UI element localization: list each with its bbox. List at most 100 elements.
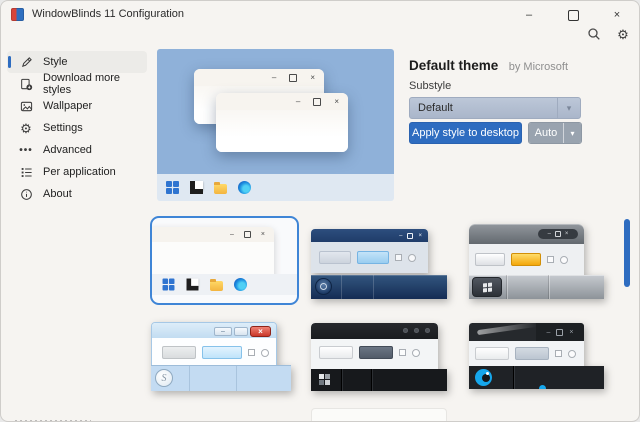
- minimize-icon: –: [214, 327, 232, 336]
- thumb-window: [311, 323, 438, 369]
- thumb-window: – ×: [469, 323, 584, 366]
- info-icon: [19, 188, 33, 201]
- thumb-window: – ×: [469, 224, 584, 275]
- app-logo-icon: [11, 8, 24, 21]
- maximize-icon: [555, 231, 561, 237]
- sidebar-item-advanced[interactable]: ••• Advanced: [7, 139, 147, 161]
- minimize-icon: –: [548, 231, 551, 237]
- search-button[interactable]: [583, 24, 605, 44]
- thumb-taskbar: S: [151, 365, 291, 391]
- gear-icon: ⚙: [19, 122, 33, 135]
- substyle-dropdown[interactable]: Default ▾: [409, 97, 581, 119]
- maximize-icon: [289, 74, 297, 82]
- thumb-button: [475, 347, 509, 360]
- maximize-icon: [407, 233, 413, 239]
- image-icon: [19, 100, 33, 113]
- thumb-taskbar: [311, 275, 447, 299]
- style-thumbnail-dark-blue[interactable]: – ×: [311, 223, 447, 299]
- minimize-icon: –: [296, 97, 300, 106]
- minimize-icon: –: [399, 233, 402, 239]
- thumb-taskbar: [152, 274, 297, 295]
- thumb-checkbox: [555, 350, 562, 357]
- style-thumbnail-default-light-selected[interactable]: – ×: [150, 216, 299, 305]
- thumb-checkbox: [248, 349, 255, 356]
- edge-browser-icon: [238, 181, 251, 194]
- auto-button[interactable]: Auto: [529, 123, 563, 143]
- maximize-icon: [313, 98, 321, 106]
- windows-logo-icon: [166, 181, 179, 194]
- window-button-dots-icon: [403, 328, 430, 333]
- windowblinds-app-icon: [187, 279, 199, 291]
- thumb-taskbar: [469, 275, 604, 299]
- theme-header: Default theme by Microsoft: [409, 57, 568, 75]
- sidebar-item-style[interactable]: Style: [7, 51, 147, 73]
- download-styles-icon: [19, 78, 33, 91]
- sidebar-item-label: Advanced: [43, 144, 92, 156]
- minimize-button[interactable]: –: [507, 1, 551, 29]
- auto-dropdown-button[interactable]: ▾: [563, 123, 581, 143]
- sidebar-item-download-more-styles[interactable]: Download more styles: [7, 73, 147, 95]
- auto-split-button: Auto ▾: [528, 122, 582, 144]
- notification-dot: [539, 385, 546, 389]
- close-icon: ×: [418, 233, 422, 239]
- settings-gear-button[interactable]: ⚙: [612, 24, 634, 44]
- window-title: WindowBlinds 11 Configuration: [32, 8, 184, 20]
- sidebar-item-label: Settings: [43, 122, 83, 134]
- maximize-icon: [556, 329, 563, 336]
- style-thumbnail-dark-minimal[interactable]: [311, 323, 447, 391]
- chevron-down-icon: ▾: [570, 129, 574, 138]
- thumb-button-highlight: [515, 347, 549, 360]
- style-thumbnail-aero-blue[interactable]: – × S: [151, 321, 291, 391]
- maximize-icon: [234, 327, 248, 336]
- thumb-button-highlight: [511, 253, 541, 266]
- sidebar-item-label: Download more styles: [43, 72, 147, 96]
- thumb-button-highlight: [202, 346, 242, 359]
- folder-icon: [214, 184, 227, 194]
- windowblinds-configuration-window: WindowBlinds 11 Configuration – × ⚙ Styl…: [0, 0, 640, 422]
- theme-preview: – × – ×: [157, 49, 394, 201]
- sidebar-item-settings[interactable]: ⚙ Settings: [7, 117, 147, 139]
- sidebar-item-per-application[interactable]: Per application: [7, 161, 147, 183]
- minimize-icon: –: [272, 73, 276, 82]
- thumb-button: [319, 346, 353, 359]
- thumb-radio: [560, 256, 568, 264]
- sidebar-item-label: Style: [43, 56, 67, 68]
- gloss-highlight: [477, 323, 537, 335]
- preview-window-titlebar: – ×: [194, 69, 324, 86]
- maximize-icon: [568, 10, 579, 21]
- sidebar-item-label: About: [43, 188, 72, 200]
- thumb-radio: [568, 350, 576, 358]
- chevron-down-icon: ▾: [557, 98, 580, 118]
- close-icon: ×: [250, 326, 271, 337]
- thumb-checkbox: [395, 254, 402, 261]
- close-icon: ×: [334, 97, 339, 106]
- thumb-taskbar: [311, 369, 447, 391]
- thumb-radio: [408, 254, 416, 262]
- sidebar-item-wallpaper[interactable]: Wallpaper: [7, 95, 147, 117]
- preview-window-front: – ×: [216, 93, 348, 152]
- stardock-orb-icon: S: [155, 369, 173, 387]
- substyle-value: Default: [410, 102, 557, 114]
- start-orb-icon: [315, 278, 332, 295]
- theme-author: by Microsoft: [509, 61, 568, 73]
- maximize-icon: [244, 231, 251, 238]
- style-thumbnail-partial[interactable]: [311, 408, 447, 422]
- minimize-icon: –: [547, 329, 551, 336]
- thumb-checkbox: [547, 256, 554, 263]
- windowblinds-app-icon: [190, 181, 203, 194]
- close-icon: ×: [614, 9, 620, 21]
- theme-title: Default theme: [409, 58, 498, 73]
- thumb-button: [475, 253, 505, 266]
- sidebar-item-about[interactable]: About: [7, 183, 147, 205]
- scrollbar-thumb[interactable]: [624, 219, 630, 287]
- search-icon: [587, 27, 601, 41]
- minimize-icon: –: [526, 9, 532, 21]
- apply-style-button[interactable]: Apply style to desktop: [409, 122, 522, 144]
- blue-orb-icon: [475, 369, 492, 386]
- windows-logo-icon: [163, 279, 175, 291]
- style-thumbnail-black-glossy[interactable]: – ×: [469, 323, 604, 389]
- style-thumbnail-silver-gold[interactable]: – ×: [469, 223, 604, 299]
- close-icon: ×: [310, 73, 315, 82]
- quick-actions: ⚙: [583, 24, 634, 44]
- preview-window-body: [216, 110, 348, 152]
